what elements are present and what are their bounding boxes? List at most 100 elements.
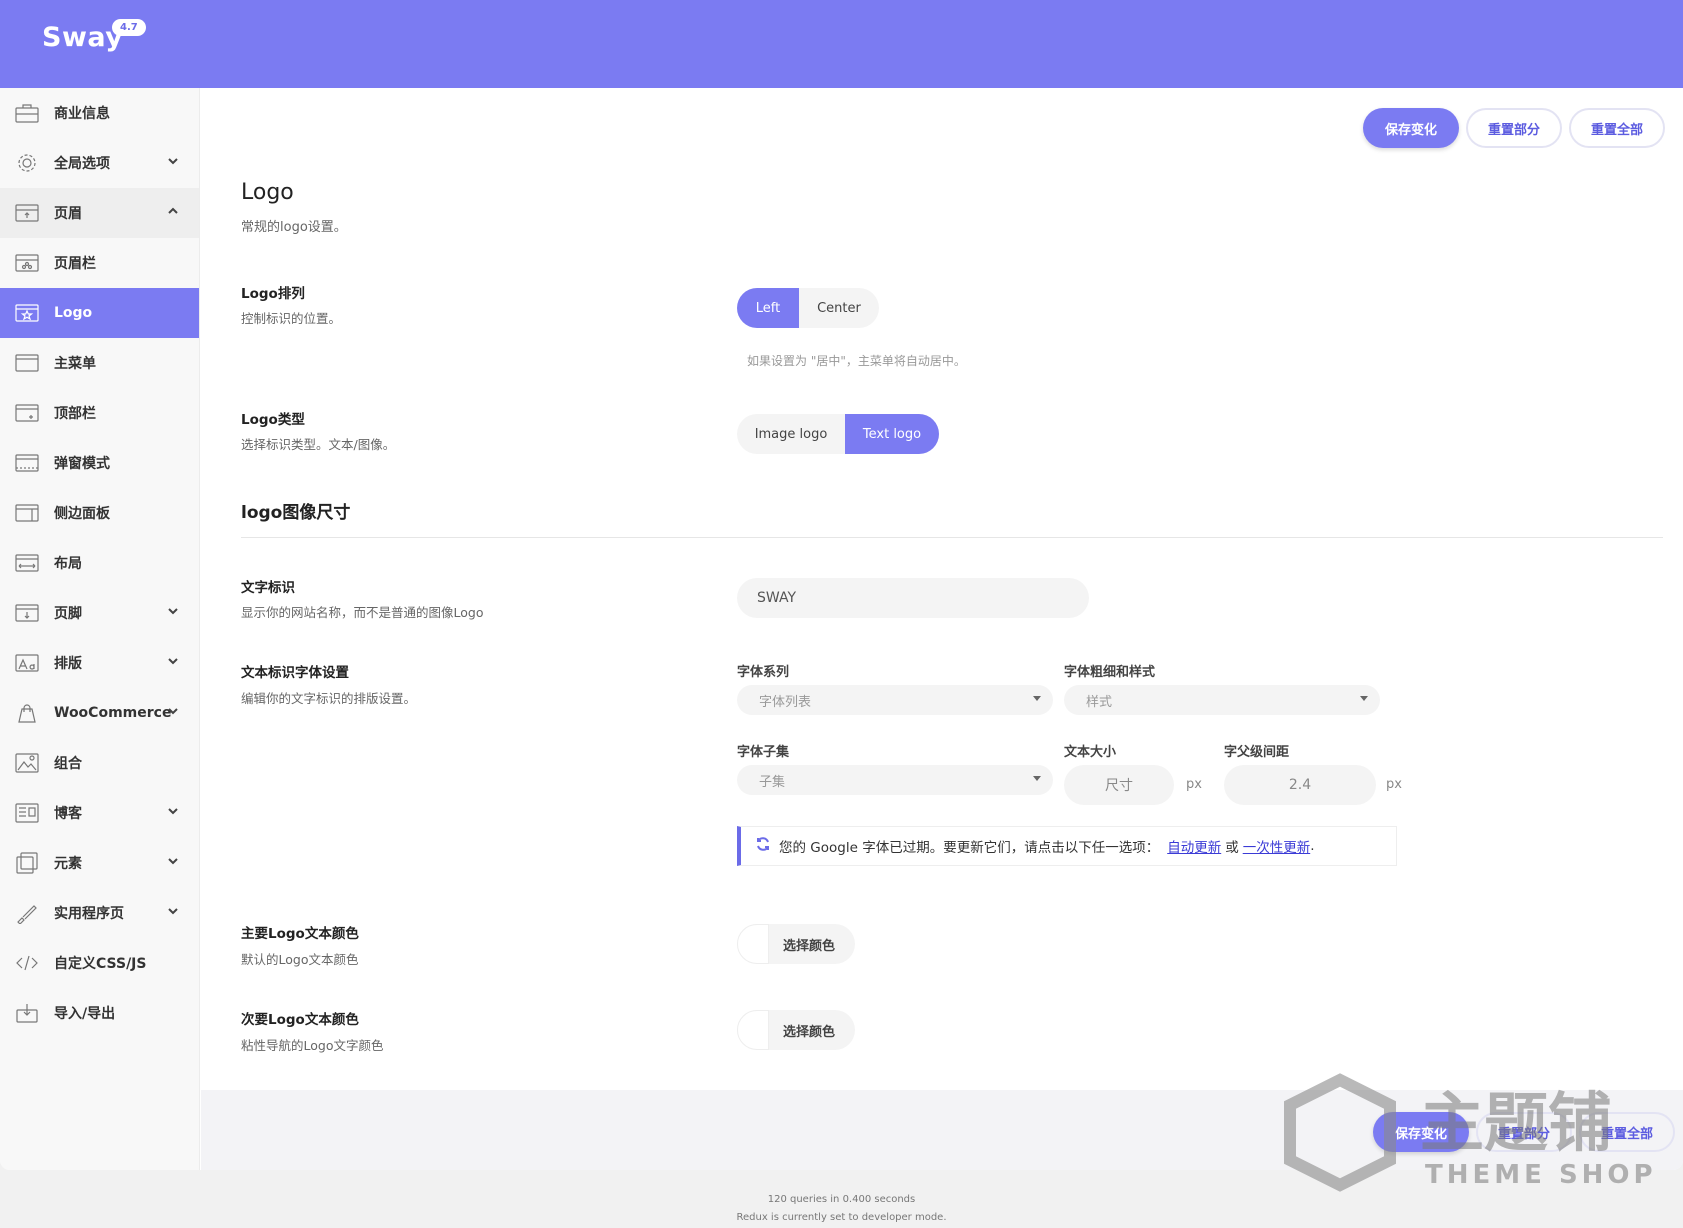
- sidebar-item[interactable]: 页眉: [0, 188, 199, 238]
- sidebar-item[interactable]: 实用程序页: [0, 888, 199, 938]
- sidebar-item[interactable]: 博客: [0, 788, 199, 838]
- save-button[interactable]: 保存变化: [1363, 108, 1459, 148]
- font-weight-select[interactable]: 样式: [1064, 685, 1380, 715]
- one-time-update-link[interactable]: 一次性更新: [1243, 836, 1311, 856]
- sidebar-item[interactable]: Logo: [0, 288, 199, 338]
- sidebar-item-label: 页眉栏: [54, 256, 96, 272]
- layout-icon: [14, 552, 40, 574]
- color-swatch: [737, 924, 769, 964]
- dev-mode-info: Redux is currently set to developer mode…: [736, 1212, 947, 1223]
- reset-section-button-bottom[interactable]: 重置部分: [1476, 1112, 1572, 1152]
- select-color-label: 选择颜色: [783, 1024, 836, 1040]
- chevron-down-icon[interactable]: [167, 855, 179, 870]
- save-button-bottom[interactable]: 保存变化: [1373, 1112, 1469, 1152]
- align-left-option[interactable]: Left: [737, 288, 799, 328]
- header-bar-icon: [14, 252, 40, 274]
- logo-align-toggle: Left Center: [737, 288, 879, 328]
- sidebar-item-label: Logo: [54, 305, 93, 321]
- primary-color-picker[interactable]: 选择颜色: [737, 924, 855, 964]
- sidebar-item[interactable]: 排版: [0, 638, 199, 688]
- star-window-icon: [14, 302, 40, 324]
- auto-update-link[interactable]: 自动更新: [1167, 836, 1221, 856]
- refresh-icon: [755, 836, 771, 856]
- font-subset-label: 字体子集: [737, 745, 790, 760]
- sidebar-item-label: 组合: [54, 756, 82, 772]
- reset-all-button-bottom[interactable]: 重置全部: [1579, 1112, 1675, 1152]
- sidebar-item-label: 全局选项: [54, 156, 110, 172]
- page-title: Logo: [241, 180, 294, 205]
- font-weight-label: 字体粗细和样式: [1064, 665, 1156, 680]
- font-family-placeholder: 字体列表: [759, 694, 812, 710]
- font-size-label: 文本大小: [1064, 745, 1117, 760]
- brush-icon: [14, 902, 40, 924]
- logo-size-heading: logo图像尺寸: [241, 503, 351, 523]
- sidebar-item[interactable]: 页脚: [0, 588, 199, 638]
- sidebar-item[interactable]: 页眉栏: [0, 238, 199, 288]
- secondary-color-picker[interactable]: 选择颜色: [737, 1010, 855, 1050]
- font-settings-desc: 编辑你的文字标识的排版设置。: [241, 691, 417, 706]
- sidebar-item[interactable]: 商业信息: [0, 88, 199, 138]
- elements-icon: [14, 852, 40, 874]
- reset-all-button[interactable]: 重置全部: [1569, 108, 1665, 148]
- chevron-down-icon[interactable]: [167, 155, 179, 170]
- sidebar-item[interactable]: 顶部栏: [0, 388, 199, 438]
- briefcase-icon: [14, 102, 40, 124]
- code-icon: [14, 952, 40, 974]
- sidebar-item[interactable]: 侧边面板: [0, 488, 199, 538]
- gear-icon: [14, 152, 40, 174]
- reset-section-button[interactable]: 重置部分: [1466, 108, 1562, 148]
- sidebar-item[interactable]: 全局选项: [0, 138, 199, 188]
- query-info: 120 queries in 0.400 seconds: [767, 1194, 916, 1205]
- font-size-input[interactable]: 尺寸: [1064, 765, 1174, 805]
- sidebar-item[interactable]: WooCommerce: [0, 688, 199, 738]
- import-export-icon: [14, 1002, 40, 1024]
- sidebar-item-label: 实用程序页: [54, 906, 124, 922]
- align-center-option[interactable]: Center: [799, 288, 879, 328]
- sidebar-item[interactable]: 主菜单: [0, 338, 199, 388]
- sidebar-item-label: 页脚: [54, 606, 82, 622]
- text-logo-input[interactable]: [737, 578, 1089, 618]
- google-fonts-notice: 您的 Google 字体已过期。要更新它们，请点击以下任一选项： 自动更新 或 …: [737, 826, 1397, 866]
- chevron-down-icon[interactable]: [167, 655, 179, 670]
- caret-down-icon: [1033, 696, 1041, 701]
- select-color-label: 选择颜色: [783, 938, 836, 954]
- secondary-color-desc: 粘性导航的Logo文字颜色: [241, 1038, 384, 1053]
- sidebar-item[interactable]: 导入/导出: [0, 988, 199, 1038]
- sidebar-item[interactable]: 组合: [0, 738, 199, 788]
- logo-type-toggle: Image logo Text logo: [737, 414, 939, 454]
- sidebar-item[interactable]: 布局: [0, 538, 199, 588]
- logo-align-hint: 如果设置为 "居中"，主菜单将自动居中。: [747, 354, 966, 368]
- caret-down-icon: [1360, 696, 1368, 701]
- sidebar-item-label: 商业信息: [54, 106, 110, 122]
- letter-spacing-label: 字父级间距: [1224, 745, 1290, 760]
- font-size-unit: px: [1186, 777, 1202, 792]
- logo-type-title: Logo类型: [241, 412, 305, 428]
- chevron-down-icon[interactable]: [167, 705, 179, 720]
- sidebar-item[interactable]: 元素: [0, 838, 199, 888]
- sidebar-item[interactable]: 弹窗模式: [0, 438, 199, 488]
- text-logo-option[interactable]: Text logo: [845, 414, 939, 454]
- notice-or: 或: [1225, 840, 1239, 856]
- topbar-icon: [14, 402, 40, 424]
- chevron-down-icon[interactable]: [167, 805, 179, 820]
- sidebar-item-label: 侧边面板: [54, 506, 110, 522]
- image-logo-option[interactable]: Image logo: [737, 414, 845, 454]
- letter-spacing-input[interactable]: 2.4: [1224, 765, 1376, 805]
- sidebar-item[interactable]: 自定义CSS/JS: [0, 938, 199, 988]
- sidebar-item-label: 元素: [54, 856, 82, 872]
- header-icon: [14, 202, 40, 224]
- primary-color-desc: 默认的Logo文本颜色: [241, 952, 359, 967]
- text-logo-desc: 显示你的网站名称，而不是普通的图像Logo: [241, 605, 484, 620]
- sidebar-item-label: 布局: [54, 556, 82, 572]
- font-subset-select[interactable]: 子集: [737, 765, 1053, 795]
- top-header: Sway 4.7: [0, 0, 1683, 88]
- sidebar-item-label: 排版: [54, 656, 82, 672]
- sidebar-item-label: 顶部栏: [54, 406, 96, 422]
- font-family-select[interactable]: 字体列表: [737, 685, 1053, 715]
- chevron-up-icon[interactable]: [167, 205, 179, 220]
- primary-color-title: 主要Logo文本颜色: [241, 926, 359, 942]
- side-panel-icon: [14, 502, 40, 524]
- chevron-down-icon[interactable]: [167, 605, 179, 620]
- chevron-down-icon[interactable]: [167, 905, 179, 920]
- sidebar-item-label: 弹窗模式: [54, 456, 110, 472]
